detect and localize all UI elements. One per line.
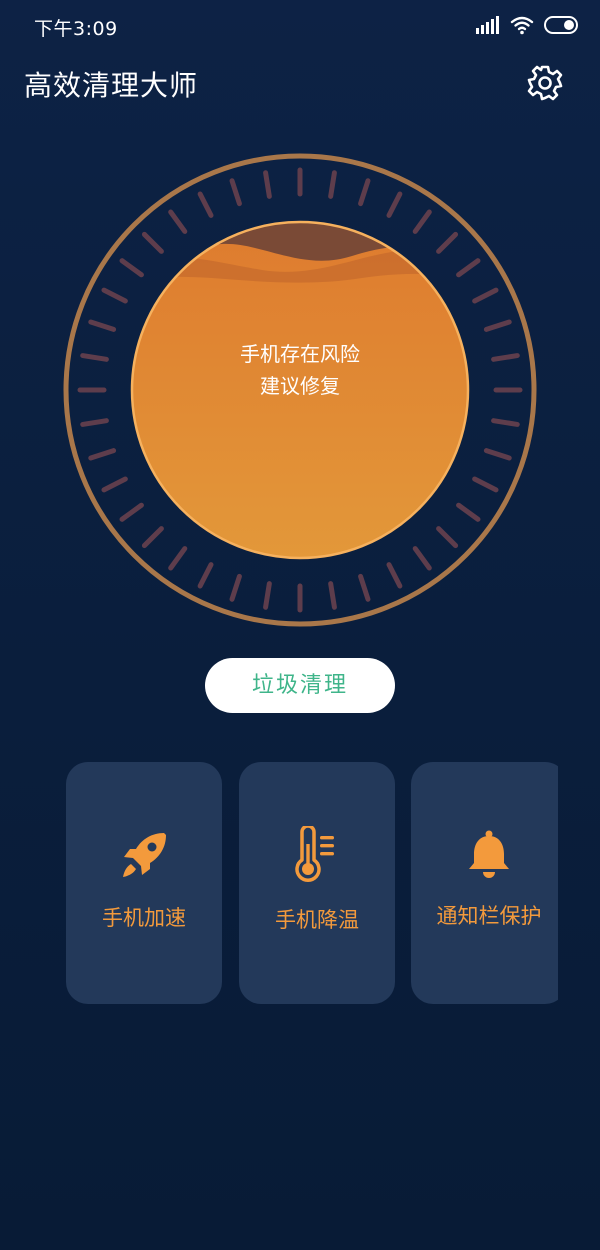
settings-button[interactable] — [526, 64, 564, 102]
app-screen: 下午3:09 高效清理大师 手机存在风险 建议修复 垃圾清理 手机加速 手机降温… — [0, 0, 600, 1250]
dial-tick — [491, 418, 520, 427]
feature-card-notification[interactable]: 通知栏保护 — [411, 762, 558, 1004]
feature-label: 手机降温 — [275, 908, 359, 932]
bell-icon — [465, 829, 513, 885]
feature-cards: 手机加速 手机降温 通知栏保护 — [0, 762, 558, 1004]
dial-tick — [141, 526, 164, 549]
dial-tick — [197, 191, 214, 218]
feature-card-speedup[interactable]: 手机加速 — [66, 762, 222, 1004]
dial-tick — [456, 258, 481, 278]
dial-line-2: 建议修复 — [260, 374, 340, 398]
dial-tick — [229, 178, 242, 207]
thermometer-icon — [290, 824, 344, 888]
dial-tick — [328, 581, 337, 610]
rocket-icon — [116, 827, 172, 887]
status-bar: 下午3:09 — [0, 0, 600, 54]
dial-tick — [483, 448, 512, 461]
status-time: 下午3:09 — [34, 18, 118, 40]
junk-clean-button[interactable]: 垃圾清理 — [205, 658, 395, 713]
dial-tick — [119, 258, 144, 278]
dial-tick — [472, 476, 499, 493]
dial-tick — [358, 178, 371, 207]
battery-icon — [544, 16, 580, 38]
dial-tick — [386, 562, 403, 589]
feature-label: 手机加速 — [102, 906, 186, 930]
dial-tick — [456, 502, 481, 522]
dial-tick — [263, 170, 272, 199]
dial-tick — [88, 319, 117, 332]
gear-icon — [526, 65, 564, 106]
dial-tick — [436, 231, 459, 254]
dial-tick — [229, 573, 242, 602]
dial-message: 手机存在风险 建议修复 — [62, 338, 538, 402]
dial-tick — [168, 546, 188, 571]
dial-tick — [141, 231, 164, 254]
dial-tick — [263, 581, 272, 610]
wifi-icon — [510, 15, 534, 39]
signal-icon — [476, 16, 500, 38]
dial-tick — [436, 526, 459, 549]
dial-tick — [358, 573, 371, 602]
dial-tick — [101, 476, 128, 493]
dial-tick — [88, 448, 117, 461]
dial-tick — [412, 546, 432, 571]
dial-tick — [483, 319, 512, 332]
dial-tick — [412, 209, 432, 234]
dial-tick — [80, 418, 109, 427]
dial-tick — [197, 562, 214, 589]
feature-label: 通知栏保护 — [436, 904, 542, 928]
dial-tick — [119, 502, 144, 522]
status-icons — [476, 14, 580, 40]
dial-tick — [472, 287, 499, 304]
app-title: 高效清理大师 — [24, 69, 199, 102]
risk-dial[interactable]: 手机存在风险 建议修复 — [62, 152, 538, 628]
dial-tick — [168, 209, 188, 234]
dial-tick — [101, 287, 128, 304]
dial-line-1: 手机存在风险 — [240, 342, 360, 366]
feature-card-cooldown[interactable]: 手机降温 — [239, 762, 395, 1004]
dial-tick — [328, 170, 337, 199]
dial-tick — [386, 191, 403, 218]
